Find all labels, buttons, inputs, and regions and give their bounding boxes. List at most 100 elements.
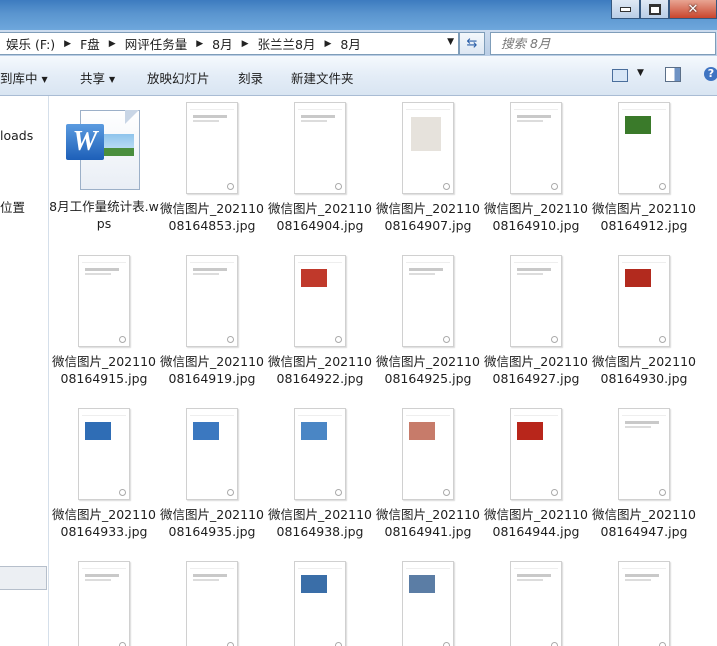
breadcrumb-arrow-icon[interactable]: ▶ xyxy=(61,39,74,49)
maximize-icon xyxy=(648,3,661,15)
breadcrumb-arrow-icon[interactable]: ▶ xyxy=(239,39,252,49)
nav-scrollbar-thumb[interactable] xyxy=(0,566,47,590)
nav-item-recent-places[interactable]: 位置 xyxy=(0,197,25,216)
file-item[interactable] xyxy=(49,561,159,646)
image-thumbnail-icon xyxy=(294,561,346,646)
share-label: 共享 xyxy=(80,71,106,86)
share-button[interactable]: 共享 ▼ xyxy=(80,68,115,87)
file-item[interactable]: 微信图片_20211008164941.jpg xyxy=(373,408,483,540)
chevron-down-icon[interactable]: ▼ xyxy=(637,68,644,78)
image-thumbnail-icon xyxy=(510,255,562,347)
image-thumbnail-icon xyxy=(510,408,562,500)
nav-item-downloads[interactable]: loads xyxy=(0,128,33,143)
refresh-icon: ⇆ xyxy=(466,36,478,51)
image-thumbnail-icon xyxy=(510,102,562,194)
file-item[interactable]: 微信图片_20211008164915.jpg xyxy=(49,255,159,387)
breadcrumb-arrow-icon[interactable]: ▶ xyxy=(193,39,206,49)
chevron-down-icon: ▼ xyxy=(109,75,116,84)
minimize-icon xyxy=(620,6,631,12)
file-item[interactable]: 微信图片_20211008164938.jpg xyxy=(265,408,375,540)
image-thumbnail-icon xyxy=(402,102,454,194)
image-thumbnail-icon xyxy=(618,102,670,194)
file-item[interactable]: W 8月工作量统计表.wps xyxy=(49,102,159,232)
file-item[interactable]: 微信图片_20211008164944.jpg xyxy=(481,408,591,540)
help-icon[interactable]: ? xyxy=(704,67,717,81)
include-in-library-button[interactable]: 到库中 ▼ xyxy=(0,68,48,87)
file-item[interactable]: 微信图片_20211008164919.jpg xyxy=(157,255,267,387)
image-thumbnail-icon xyxy=(78,408,130,500)
image-thumbnail-icon xyxy=(78,255,130,347)
file-name: 微信图片_20211008164933.jpg xyxy=(52,507,156,539)
file-name: 微信图片_20211008164919.jpg xyxy=(160,354,264,386)
breadcrumb-folder[interactable]: F盘 xyxy=(74,34,106,53)
file-item[interactable]: 微信图片_20211008164904.jpg xyxy=(265,102,375,234)
file-name: 微信图片_20211008164930.jpg xyxy=(592,354,696,386)
address-bar[interactable]: 娱乐 (F:) ▶ F盘 ▶ 网评任务量 ▶ 8月 ▶ 张兰兰8月 ▶ 8月 ▼ xyxy=(0,32,459,55)
breadcrumb-folder[interactable]: 网评任务量 xyxy=(119,34,194,53)
navigation-pane: loads 位置 xyxy=(0,96,49,646)
image-thumbnail-icon xyxy=(402,408,454,500)
file-name: 微信图片_20211008164925.jpg xyxy=(376,354,480,386)
image-thumbnail-icon xyxy=(294,255,346,347)
close-button[interactable]: ✕ xyxy=(669,0,717,19)
search-box[interactable] xyxy=(490,32,716,55)
file-name: 微信图片_20211008164853.jpg xyxy=(160,201,264,233)
file-item[interactable]: 微信图片_20211008164933.jpg xyxy=(49,408,159,540)
wps-document-icon: W xyxy=(66,110,142,192)
file-item[interactable]: 微信图片_20211008164930.jpg xyxy=(589,255,699,387)
file-item[interactable] xyxy=(373,561,483,646)
address-row: 娱乐 (F:) ▶ F盘 ▶ 网评任务量 ▶ 8月 ▶ 张兰兰8月 ▶ 8月 ▼… xyxy=(0,30,717,56)
file-item[interactable]: 微信图片_20211008164927.jpg xyxy=(481,255,591,387)
file-name: 微信图片_20211008164907.jpg xyxy=(376,201,480,233)
image-thumbnail-icon xyxy=(186,102,238,194)
new-folder-button[interactable]: 新建文件夹 xyxy=(291,68,354,87)
file-item[interactable]: 微信图片_20211008164925.jpg xyxy=(373,255,483,387)
file-item[interactable]: 微信图片_20211008164947.jpg xyxy=(589,408,699,540)
breadcrumb-drive[interactable]: 娱乐 (F:) xyxy=(0,34,61,53)
file-item[interactable]: 微信图片_20211008164910.jpg xyxy=(481,102,591,234)
file-name: 8月工作量统计表.wps xyxy=(49,199,159,231)
file-item[interactable]: 微信图片_20211008164922.jpg xyxy=(265,255,375,387)
command-bar: 到库中 ▼ 共享 ▼ 放映幻灯片 刻录 新建文件夹 ▼ ? xyxy=(0,56,717,96)
image-thumbnail-icon xyxy=(402,561,454,646)
image-thumbnail-icon xyxy=(510,561,562,646)
search-input[interactable] xyxy=(491,35,683,52)
file-name: 微信图片_20211008164927.jpg xyxy=(484,354,588,386)
minimize-button[interactable] xyxy=(611,0,640,19)
image-thumbnail-icon xyxy=(186,561,238,646)
preview-pane-icon[interactable] xyxy=(665,67,681,82)
image-thumbnail-icon xyxy=(294,408,346,500)
breadcrumb-current[interactable]: 8月 xyxy=(334,34,366,53)
image-thumbnail-icon xyxy=(186,255,238,347)
chevron-down-icon[interactable]: ▼ xyxy=(447,37,454,47)
slideshow-button[interactable]: 放映幻灯片 xyxy=(147,68,210,87)
file-list: W 8月工作量统计表.wps 微信图片_20211008164853.jpg 微信图片… xyxy=(49,96,717,646)
image-thumbnail-icon xyxy=(294,102,346,194)
file-item[interactable] xyxy=(589,561,699,646)
burn-button[interactable]: 刻录 xyxy=(238,68,263,87)
maximize-button[interactable] xyxy=(640,0,669,19)
file-name: 微信图片_20211008164915.jpg xyxy=(52,354,156,386)
view-options-icon[interactable] xyxy=(612,69,628,82)
image-thumbnail-icon xyxy=(402,255,454,347)
file-item[interactable]: 微信图片_20211008164912.jpg xyxy=(589,102,699,234)
file-item[interactable]: 微信图片_20211008164907.jpg xyxy=(373,102,483,234)
image-thumbnail-icon xyxy=(186,408,238,500)
close-icon: ✕ xyxy=(687,1,699,17)
refresh-button[interactable]: ⇆ xyxy=(459,32,485,55)
file-item[interactable] xyxy=(265,561,375,646)
breadcrumb-arrow-icon[interactable]: ▶ xyxy=(321,39,334,49)
title-bar: ✕ xyxy=(0,0,717,30)
include-in-library-label: 到库中 xyxy=(0,71,38,86)
file-item[interactable]: 微信图片_20211008164935.jpg xyxy=(157,408,267,540)
breadcrumb-folder[interactable]: 张兰兰8月 xyxy=(252,34,322,53)
breadcrumb-folder[interactable]: 8月 xyxy=(206,34,238,53)
breadcrumb-arrow-icon[interactable]: ▶ xyxy=(106,39,119,49)
file-item[interactable]: 微信图片_20211008164853.jpg xyxy=(157,102,267,234)
file-name: 微信图片_20211008164938.jpg xyxy=(268,507,372,539)
file-name: 微信图片_20211008164922.jpg xyxy=(268,354,372,386)
file-item[interactable] xyxy=(481,561,591,646)
file-name: 微信图片_20211008164910.jpg xyxy=(484,201,588,233)
file-item[interactable] xyxy=(157,561,267,646)
file-name: 微信图片_20211008164941.jpg xyxy=(376,507,480,539)
